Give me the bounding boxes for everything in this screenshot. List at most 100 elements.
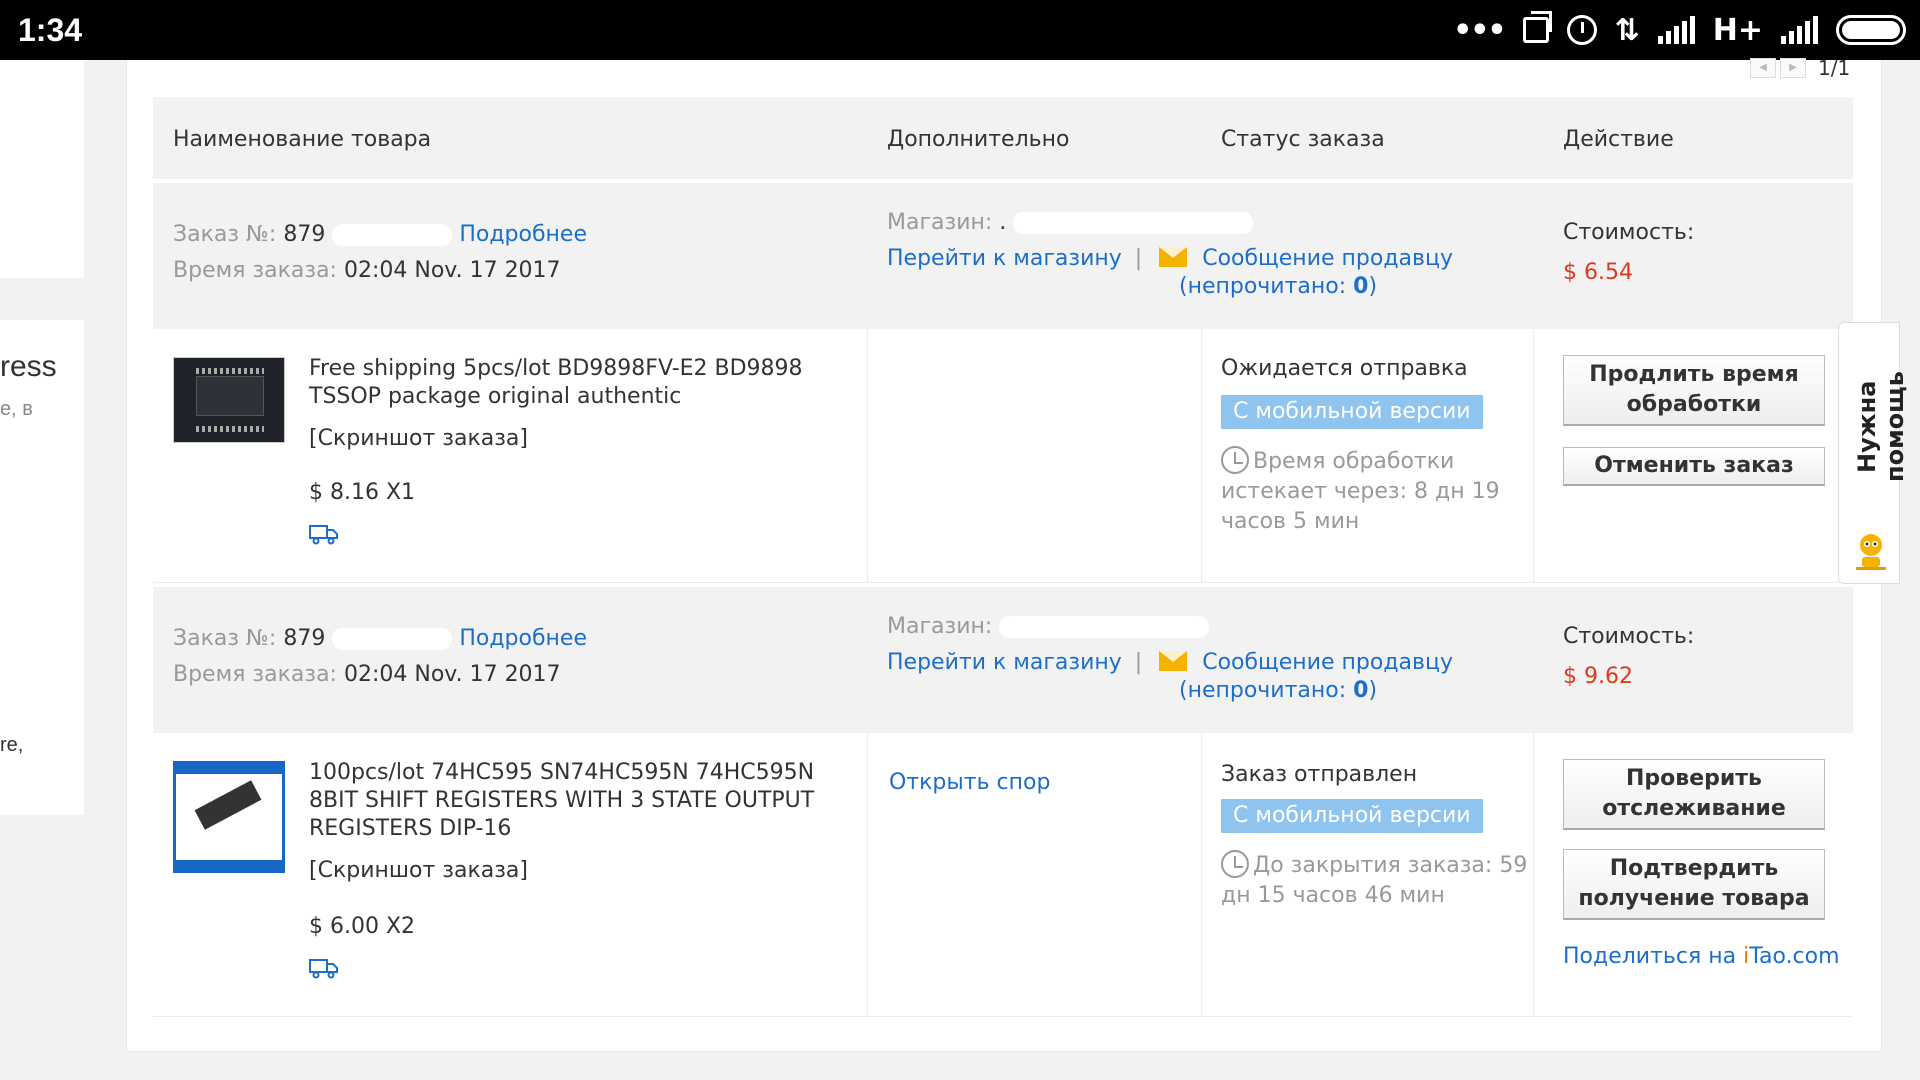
message-seller-link[interactable]: Сообщение продавцу bbox=[1202, 650, 1453, 675]
order-details-link[interactable]: Подробнее bbox=[459, 626, 587, 651]
header-action: Действие bbox=[1563, 127, 1674, 152]
envelope-icon bbox=[1159, 651, 1188, 671]
next-page-button[interactable]: ▶ bbox=[1780, 58, 1806, 78]
message-seller-link[interactable]: Сообщение продавцу bbox=[1202, 246, 1453, 271]
column-divider bbox=[1201, 733, 1202, 1016]
order-details-link[interactable]: Подробнее bbox=[459, 222, 587, 247]
order-item-row: Free shipping 5pcs/lot BD9898FV-E2 BD989… bbox=[153, 329, 1853, 583]
battery-icon bbox=[1836, 15, 1906, 45]
order-number-label: Заказ №: bbox=[173, 626, 277, 651]
left-bottom-fragment: re, bbox=[0, 734, 24, 756]
extend-processing-button[interactable]: Продлить время обработки bbox=[1563, 355, 1825, 426]
share-tao: Tao bbox=[1749, 944, 1786, 969]
check-tracking-button[interactable]: Проверить отслеживание bbox=[1563, 759, 1825, 830]
unread-suffix: ) bbox=[1368, 274, 1378, 299]
redacted-block bbox=[1013, 212, 1254, 234]
left-sub-fragment: e, в bbox=[0, 398, 33, 420]
column-divider bbox=[1533, 733, 1534, 1016]
order-time: 02:04 Nov. 17 2017 bbox=[343, 258, 561, 283]
clock-time: 1:34 bbox=[18, 12, 83, 48]
redacted-block bbox=[332, 224, 453, 246]
pagination: ◀ ▶ 1/1 bbox=[1750, 56, 1850, 80]
separator: | bbox=[1134, 246, 1143, 271]
order-snapshot-link[interactable]: [Скриншот заказа] bbox=[309, 425, 528, 453]
mobile-version-badge: С мобильной версии bbox=[1221, 799, 1483, 833]
header-product: Наименование товара bbox=[173, 127, 432, 152]
shipping-truck-icon bbox=[309, 525, 338, 545]
order-cost: $ 6.54 bbox=[1563, 260, 1633, 285]
data-transfer-icon: ⇅ bbox=[1614, 12, 1640, 48]
timer-text: Время обработки истекает через: 8 дн 19 … bbox=[1221, 449, 1500, 534]
unread-row[interactable]: (непрочитано: 0) bbox=[1179, 273, 1377, 301]
unread-count: 0 bbox=[1353, 274, 1369, 299]
mobile-version-badge: С мобильной версии bbox=[1221, 395, 1483, 429]
prev-page-button[interactable]: ◀ bbox=[1750, 58, 1776, 78]
shop-actions-row: Перейти к магазину | Сообщение продавцу bbox=[887, 649, 1487, 677]
column-divider bbox=[867, 733, 868, 1016]
shop-actions-row: Перейти к магазину | Сообщение продавцу bbox=[887, 245, 1487, 273]
status-icons: ••• ⇅ H+ bbox=[1453, 10, 1906, 50]
confirm-receipt-button[interactable]: Подтвердить получение товара bbox=[1563, 849, 1825, 920]
order-number-row: Заказ №: 879 Подробнее bbox=[173, 625, 587, 653]
column-divider bbox=[867, 329, 868, 582]
unread-suffix: ) bbox=[1368, 678, 1378, 703]
order-number-label: Заказ №: bbox=[173, 222, 277, 247]
timer-row: Время обработки истекает через: 8 дн 19 … bbox=[1221, 446, 1521, 537]
signal-strength-icon bbox=[1657, 16, 1695, 44]
product-title-link[interactable]: 100pcs/lot 74HC595 SN74HC595N 74HC595N 8… bbox=[309, 759, 859, 843]
order-item-row: 100pcs/lot 74HC595 SN74HC595N 74HC595N 8… bbox=[153, 733, 1853, 1017]
goto-shop-link[interactable]: Перейти к магазину bbox=[887, 650, 1122, 675]
item-price-qty: $ 8.16 X1 bbox=[309, 480, 416, 505]
order-number-row: Заказ №: 879 Подробнее bbox=[173, 221, 587, 249]
timer-text: До закрытия заказа: 59 дн 15 часов 46 ми… bbox=[1221, 853, 1528, 908]
left-panel-top bbox=[0, 60, 84, 278]
cost-label: Стоимость: bbox=[1563, 624, 1695, 649]
share-prefix: Поделиться на bbox=[1563, 944, 1744, 969]
redacted-block bbox=[332, 628, 453, 650]
column-divider bbox=[1533, 329, 1534, 582]
order-time: 02:04 Nov. 17 2017 bbox=[343, 662, 561, 687]
column-divider bbox=[1201, 329, 1202, 582]
clock-icon bbox=[1221, 850, 1249, 878]
help-label: Нужна помощь bbox=[1853, 371, 1909, 483]
shop-label: Магазин: bbox=[887, 614, 993, 639]
share-itao-link[interactable]: Поделиться на iTao.com bbox=[1563, 943, 1840, 971]
item-price-qty: $ 6.00 X2 bbox=[309, 914, 416, 939]
page-indicator: 1/1 bbox=[1818, 56, 1851, 80]
order-status: Заказ отправлен bbox=[1221, 762, 1418, 787]
header-extra: Дополнительно bbox=[887, 127, 1070, 152]
share-com: .com bbox=[1785, 944, 1840, 969]
order-time-row: Время заказа: 02:04 Nov. 17 2017 bbox=[173, 257, 561, 285]
order-time-row: Время заказа: 02:04 Nov. 17 2017 bbox=[173, 661, 561, 689]
envelope-icon bbox=[1159, 247, 1188, 267]
status-bar: 1:34 ••• ⇅ H+ bbox=[0, 0, 1920, 60]
order-time-label: Время заказа: bbox=[173, 662, 337, 687]
order-number: 879 bbox=[283, 626, 326, 651]
unread-count: 0 bbox=[1353, 678, 1369, 703]
unread-prefix: (непрочитано: bbox=[1179, 274, 1354, 299]
clock-icon bbox=[1221, 446, 1249, 474]
more-dots-icon: ••• bbox=[1453, 12, 1507, 48]
shop-row: Магазин: . bbox=[887, 209, 1254, 237]
open-dispute-link[interactable]: Открыть спор bbox=[889, 769, 1050, 797]
shipping-truck-icon bbox=[309, 959, 338, 979]
shop-row: Магазин: bbox=[887, 613, 1210, 641]
unread-row[interactable]: (непрочитано: 0) bbox=[1179, 677, 1377, 705]
help-robot-icon bbox=[1856, 534, 1886, 570]
cancel-order-button[interactable]: Отменить заказ bbox=[1563, 447, 1825, 486]
left-title-fragment: ress bbox=[0, 350, 57, 383]
unread-prefix: (непрочитано: bbox=[1179, 678, 1354, 703]
order-cost: $ 9.62 bbox=[1563, 664, 1633, 689]
cost-label: Стоимость: bbox=[1563, 220, 1695, 245]
help-tab[interactable]: Нужна помощь bbox=[1838, 322, 1909, 584]
order-snapshot-link[interactable]: [Скриншот заказа] bbox=[309, 857, 528, 885]
product-thumbnail[interactable] bbox=[173, 357, 285, 443]
table-header: Наименование товара Дополнительно Статус… bbox=[153, 97, 1853, 179]
product-thumbnail[interactable] bbox=[173, 761, 285, 873]
order-time-label: Время заказа: bbox=[173, 258, 337, 283]
product-title-link[interactable]: Free shipping 5pcs/lot BD9898FV-E2 BD989… bbox=[309, 355, 859, 411]
goto-shop-link[interactable]: Перейти к магазину bbox=[887, 246, 1122, 271]
network-type-label: H+ bbox=[1712, 12, 1763, 48]
shop-label: Магазин: bbox=[887, 210, 993, 235]
timer-row: До закрытия заказа: 59 дн 15 часов 46 ми… bbox=[1221, 850, 1531, 911]
